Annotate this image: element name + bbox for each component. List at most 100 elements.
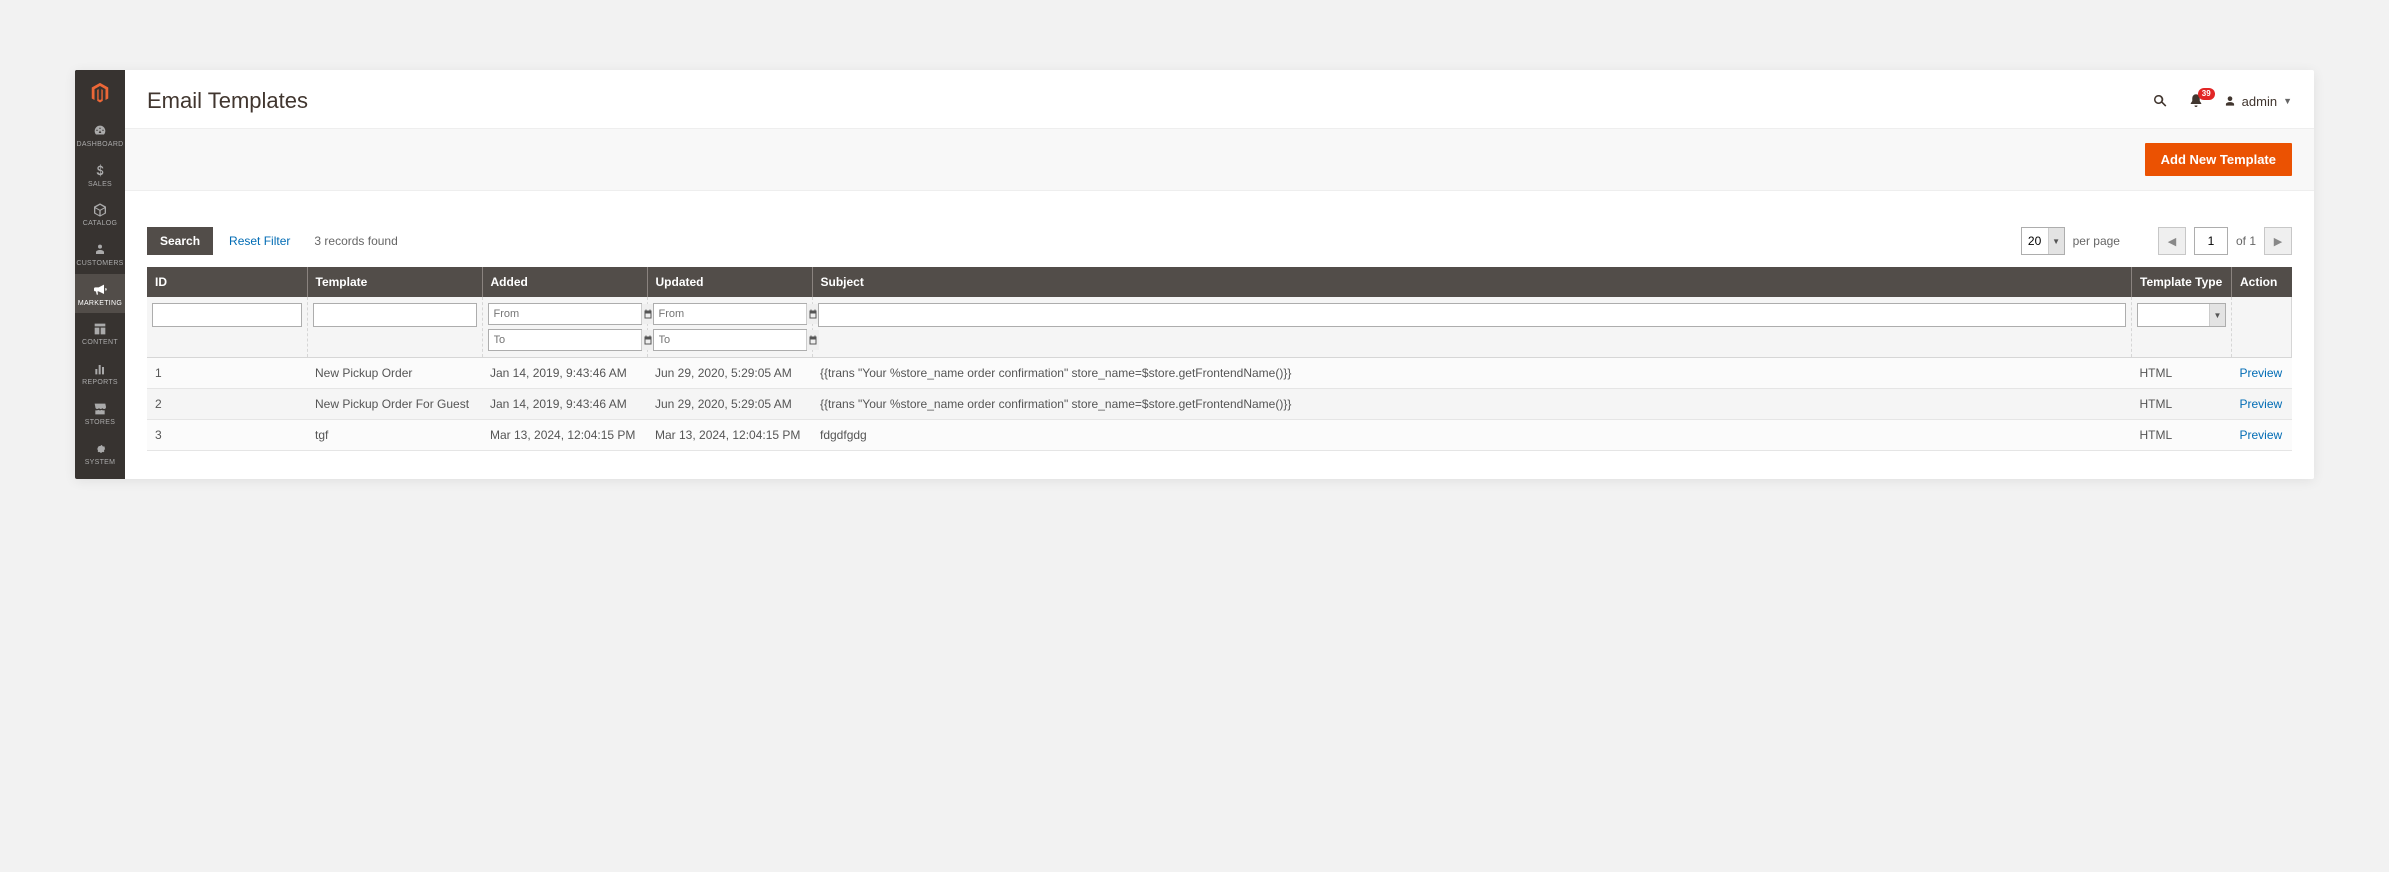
data-grid: ID Template Added Updated Subject Templa… [147,267,2292,451]
page-title: Email Templates [147,88,2151,114]
notifications-icon[interactable]: 39 [2187,92,2205,110]
gear-icon [92,441,108,457]
page-size-select[interactable]: ▼ [2021,227,2065,255]
filter-updated-from[interactable] [653,303,807,325]
cell-template: New Pickup Order [307,358,482,389]
pager: ▼ per page ◀ of 1 ▶ [2021,227,2292,255]
sidebar-item-reports[interactable]: REPORTS [75,353,125,393]
sidebar: DASHBOARD SALES CATALOG CUSTOMERS MARKET… [75,70,125,479]
cell-action: Preview [2232,389,2292,420]
records-found: 3 records found [314,234,397,248]
sidebar-item-label: REPORTS [82,379,118,387]
prev-page-button[interactable]: ◀ [2158,227,2186,255]
cell-updated: Jun 29, 2020, 5:29:05 AM [647,358,812,389]
filter-template-input[interactable] [313,303,477,327]
sidebar-item-label: CUSTOMERS [76,260,123,268]
filter-added-from[interactable] [488,303,642,325]
calendar-icon[interactable] [806,330,819,350]
cell-type: HTML [2132,358,2232,389]
reset-filter-button[interactable]: Reset Filter [229,234,290,248]
cell-added: Jan 14, 2019, 9:43:46 AM [482,358,647,389]
preview-link[interactable]: Preview [2240,397,2283,411]
notification-badge: 39 [2198,88,2215,100]
cell-id: 3 [147,420,307,451]
sidebar-item-label: CONTENT [82,339,118,347]
sidebar-item-label: CATALOG [83,220,118,228]
filter-updated-to-input[interactable] [654,330,806,350]
sidebar-item-label: SALES [88,181,112,189]
sidebar-item-label: DASHBOARD [76,141,123,149]
col-header-template[interactable]: Template [307,267,482,297]
table-row[interactable]: 3tgfMar 13, 2024, 12:04:15 PMMar 13, 202… [147,420,2292,451]
cell-subject: {{trans "Your %store_name order confirma… [812,358,2132,389]
layout-icon [92,321,108,337]
filter-id-input[interactable] [152,303,302,327]
page-of-label: of 1 [2236,234,2256,248]
cell-type: HTML [2132,389,2232,420]
sidebar-item-dashboard[interactable]: DASHBOARD [75,115,125,155]
caret-down-icon[interactable]: ▼ [2209,304,2225,326]
filter-updated-from-input[interactable] [654,304,806,324]
megaphone-icon [92,282,108,298]
col-header-added[interactable]: Added [482,267,647,297]
store-icon [92,401,108,417]
admin-panel: DASHBOARD SALES CATALOG CUSTOMERS MARKET… [75,70,2314,479]
cell-id: 2 [147,389,307,420]
sidebar-item-label: SYSTEM [85,459,116,467]
admin-user-menu[interactable]: admin ▼ [2223,94,2292,109]
cell-type: HTML [2132,420,2232,451]
sidebar-item-content[interactable]: CONTENT [75,313,125,353]
next-page-button[interactable]: ▶ [2264,227,2292,255]
dashboard-icon [92,123,108,139]
filter-type-select[interactable]: ▼ [2137,303,2226,327]
topbar: Email Templates 39 admin ▼ [125,70,2314,128]
cell-added: Mar 13, 2024, 12:04:15 PM [482,420,647,451]
caret-down-icon[interactable]: ▼ [2048,228,2064,254]
filter-type-input[interactable] [2138,304,2209,326]
person-icon [92,242,108,258]
caret-down-icon: ▼ [2283,96,2292,106]
sidebar-item-system[interactable]: SYSTEM [75,433,125,473]
search-button[interactable]: Search [147,227,213,255]
table-row[interactable]: 1New Pickup OrderJan 14, 2019, 9:43:46 A… [147,358,2292,389]
sidebar-item-stores[interactable]: STORES [75,393,125,433]
cell-updated: Jun 29, 2020, 5:29:05 AM [647,389,812,420]
grid-filter-row: ▼ [147,297,2292,358]
sidebar-item-marketing[interactable]: MARKETING [75,274,125,314]
cell-action: Preview [2232,420,2292,451]
col-header-subject[interactable]: Subject [812,267,2132,297]
filter-added-from-input[interactable] [489,304,641,324]
user-icon [2223,94,2237,108]
filter-updated-to[interactable] [653,329,807,351]
page-size-input[interactable] [2022,228,2048,254]
sidebar-item-customers[interactable]: CUSTOMERS [75,234,125,274]
preview-link[interactable]: Preview [2240,428,2283,442]
actions-bar: Add New Template [125,128,2314,191]
magento-logo[interactable] [75,70,125,115]
topbar-actions: 39 admin ▼ [2151,92,2292,110]
per-page-label: per page [2073,234,2120,248]
bar-chart-icon [92,361,108,377]
cell-id: 1 [147,358,307,389]
cell-subject: {{trans "Your %store_name order confirma… [812,389,2132,420]
cell-added: Jan 14, 2019, 9:43:46 AM [482,389,647,420]
preview-link[interactable]: Preview [2240,366,2283,380]
filter-subject-input[interactable] [818,303,2127,327]
filter-added-to[interactable] [488,329,642,351]
cell-template: tgf [307,420,482,451]
table-row[interactable]: 2New Pickup Order For GuestJan 14, 2019,… [147,389,2292,420]
grid-header-row: ID Template Added Updated Subject Templa… [147,267,2292,297]
col-header-type[interactable]: Template Type [2132,267,2232,297]
col-header-action: Action [2232,267,2292,297]
col-header-updated[interactable]: Updated [647,267,812,297]
dollar-icon [92,163,108,179]
sidebar-item-sales[interactable]: SALES [75,155,125,195]
add-new-template-button[interactable]: Add New Template [2145,143,2292,176]
page-number-input[interactable] [2194,227,2228,255]
search-icon[interactable] [2151,92,2169,110]
sidebar-item-catalog[interactable]: CATALOG [75,194,125,234]
admin-user-name: admin [2242,94,2277,109]
filter-added-to-input[interactable] [489,330,641,350]
col-header-id[interactable]: ID [147,267,307,297]
box-icon [92,202,108,218]
